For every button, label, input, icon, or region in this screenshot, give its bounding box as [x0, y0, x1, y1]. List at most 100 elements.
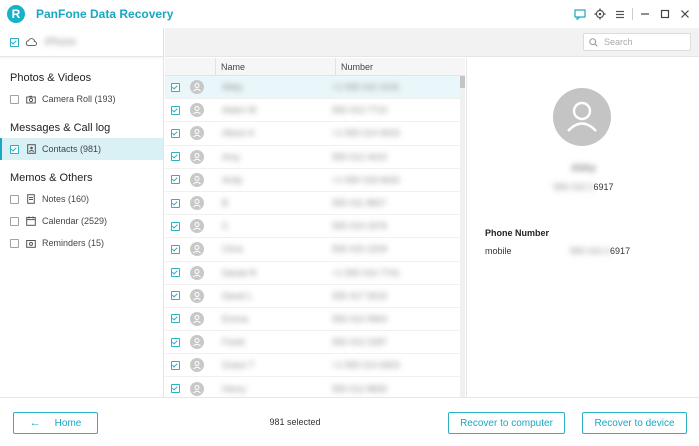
device-checkbox[interactable]: [10, 37, 19, 47]
contact-number-cell: 555 019 3376: [332, 221, 388, 232]
sidebar-item-notes[interactable]: Notes (160): [0, 188, 163, 210]
table-row[interactable]: Grace T +1 555 014 6653: [165, 354, 465, 378]
recover-to-device-button[interactable]: Recover to device: [582, 412, 687, 434]
phone-type: mobile: [485, 246, 512, 256]
sidebar-item-contacts[interactable]: Contacts (981): [0, 138, 163, 160]
row-checkbox[interactable]: [171, 268, 180, 278]
checkbox[interactable]: [10, 238, 19, 248]
search-input[interactable]: [604, 37, 684, 47]
checkbox[interactable]: [10, 194, 19, 204]
sidebar-item-label: Calendar (2529): [42, 216, 108, 226]
row-checkbox[interactable]: [171, 82, 180, 92]
sidebar-item-calendar[interactable]: Calendar (2529): [0, 210, 163, 232]
table-row[interactable]: David L 555 017 5519: [165, 285, 465, 308]
phone-value-suffix: 6917: [610, 246, 631, 256]
recover-to-computer-button[interactable]: Recover to computer: [448, 412, 565, 434]
row-checkbox[interactable]: [171, 221, 180, 231]
row-checkbox[interactable]: [171, 105, 180, 115]
table-row[interactable]: Adam W 555 013 7714: [165, 99, 465, 123]
checkbox[interactable]: [10, 216, 19, 226]
header-checkbox-col: [165, 58, 215, 75]
contact-number-cell: 555 012 4410: [332, 151, 388, 162]
row-checkbox[interactable]: [171, 314, 180, 324]
contact-number-cell: +1 555 018 6632: [332, 174, 400, 185]
contacts-icon: [26, 144, 36, 154]
contact-number-cell: +1 555 016 7741: [332, 267, 400, 278]
contact-name-cell: Emma: [222, 313, 249, 324]
contact-name-cell: Alison K: [222, 128, 256, 139]
person-icon: [190, 172, 204, 187]
table-row[interactable]: Henry 555 012 8830: [165, 377, 465, 397]
row-checkbox[interactable]: [171, 198, 180, 208]
contact-number-cell: 555 015 2209: [332, 244, 388, 255]
contact-name-cell: Amy: [222, 151, 240, 162]
contact-name-cell: Adam W: [222, 105, 257, 116]
column-header-name[interactable]: Name: [215, 58, 335, 75]
minimize-icon[interactable]: [635, 4, 655, 24]
menu-icon[interactable]: [610, 4, 630, 24]
maximize-icon[interactable]: [655, 4, 675, 24]
notes-icon: [26, 194, 36, 204]
phone-prefix: 555 010 2: [553, 182, 594, 192]
table-row[interactable]: Chris 555 015 2209: [165, 238, 465, 262]
row-checkbox[interactable]: [171, 152, 180, 162]
row-checkbox[interactable]: [171, 384, 180, 394]
home-button-label: Home: [54, 417, 82, 429]
table-row[interactable]: Daniel R +1 555 016 7741: [165, 262, 465, 285]
contact-number-cell: 555 010 9964: [332, 313, 388, 324]
person-icon: [190, 219, 204, 234]
window-controls: [570, 0, 699, 28]
table-row[interactable]: Emma 555 010 9964: [165, 308, 465, 332]
table-scrollbar[interactable]: [460, 76, 465, 397]
device-row[interactable]: iPhone: [0, 28, 163, 57]
sidebar-item-label: Reminders (15): [42, 238, 105, 248]
feedback-icon[interactable]: [570, 4, 590, 24]
row-checkbox[interactable]: [171, 337, 180, 347]
sidebar-item-reminders[interactable]: Reminders (15): [0, 232, 163, 254]
table-row[interactable]: Andy +1 555 018 6632: [165, 169, 465, 192]
person-icon: [190, 103, 204, 118]
section-heading-photos-videos: Photos & Videos: [10, 72, 92, 84]
table-row[interactable]: C 555 019 3376: [165, 215, 465, 239]
contact-name-cell: Daniel R: [222, 267, 257, 278]
person-icon: [190, 288, 204, 303]
column-header-number[interactable]: Number: [335, 58, 457, 75]
section-heading-memos-others: Memos & Others: [10, 172, 93, 184]
person-icon: [190, 381, 204, 396]
calendar-icon: [26, 216, 36, 226]
table-row[interactable]: Abby +1 555 010 2231: [165, 76, 465, 100]
table-row[interactable]: Amy 555 012 4410: [165, 146, 465, 169]
close-icon[interactable]: [675, 4, 695, 24]
person-icon: [190, 196, 204, 211]
person-icon: [190, 335, 204, 350]
table-row[interactable]: Frank 555 013 2287: [165, 331, 465, 355]
contact-number-cell: +1 555 014 6653: [332, 360, 400, 371]
table-body: Abby +1 555 010 2231 Adam W 555 013 7714 Ali…: [165, 76, 465, 397]
row-checkbox[interactable]: [171, 175, 180, 185]
table-row[interactable]: Alison K +1 555 014 9023: [165, 122, 465, 146]
row-checkbox[interactable]: [171, 128, 180, 138]
settings-icon[interactable]: [590, 4, 610, 24]
contact-name-cell: B: [222, 198, 229, 209]
checkbox[interactable]: [10, 94, 19, 104]
row-checkbox[interactable]: [171, 291, 180, 301]
toolbar-strip: [165, 28, 699, 57]
contact-name-cell: Chris: [222, 244, 244, 255]
table-row[interactable]: B 555 011 8827: [165, 192, 465, 216]
sidebar-item-camera-roll[interactable]: Camera Roll (193): [0, 88, 163, 110]
row-checkbox[interactable]: [171, 360, 180, 370]
search-icon: [589, 37, 598, 47]
checkbox[interactable]: [10, 144, 19, 154]
cloud-icon: [25, 38, 37, 46]
contact-name-cell: Grace T: [222, 360, 255, 371]
titlebar-divider: [632, 8, 633, 20]
phone-number-label: Phone Number: [485, 228, 550, 238]
scrollbar-thumb[interactable]: [460, 76, 465, 88]
reminders-icon: [26, 238, 36, 248]
sidebar-item-label: Contacts (981): [42, 144, 102, 154]
home-button[interactable]: ← Home: [13, 412, 98, 434]
row-checkbox[interactable]: [171, 244, 180, 254]
search-box[interactable]: [583, 33, 691, 51]
contact-detail-panel: Abby 555 010 26917 Phone Number mobile 5…: [466, 58, 699, 397]
contact-number-cell: 555 011 8827: [332, 198, 387, 209]
